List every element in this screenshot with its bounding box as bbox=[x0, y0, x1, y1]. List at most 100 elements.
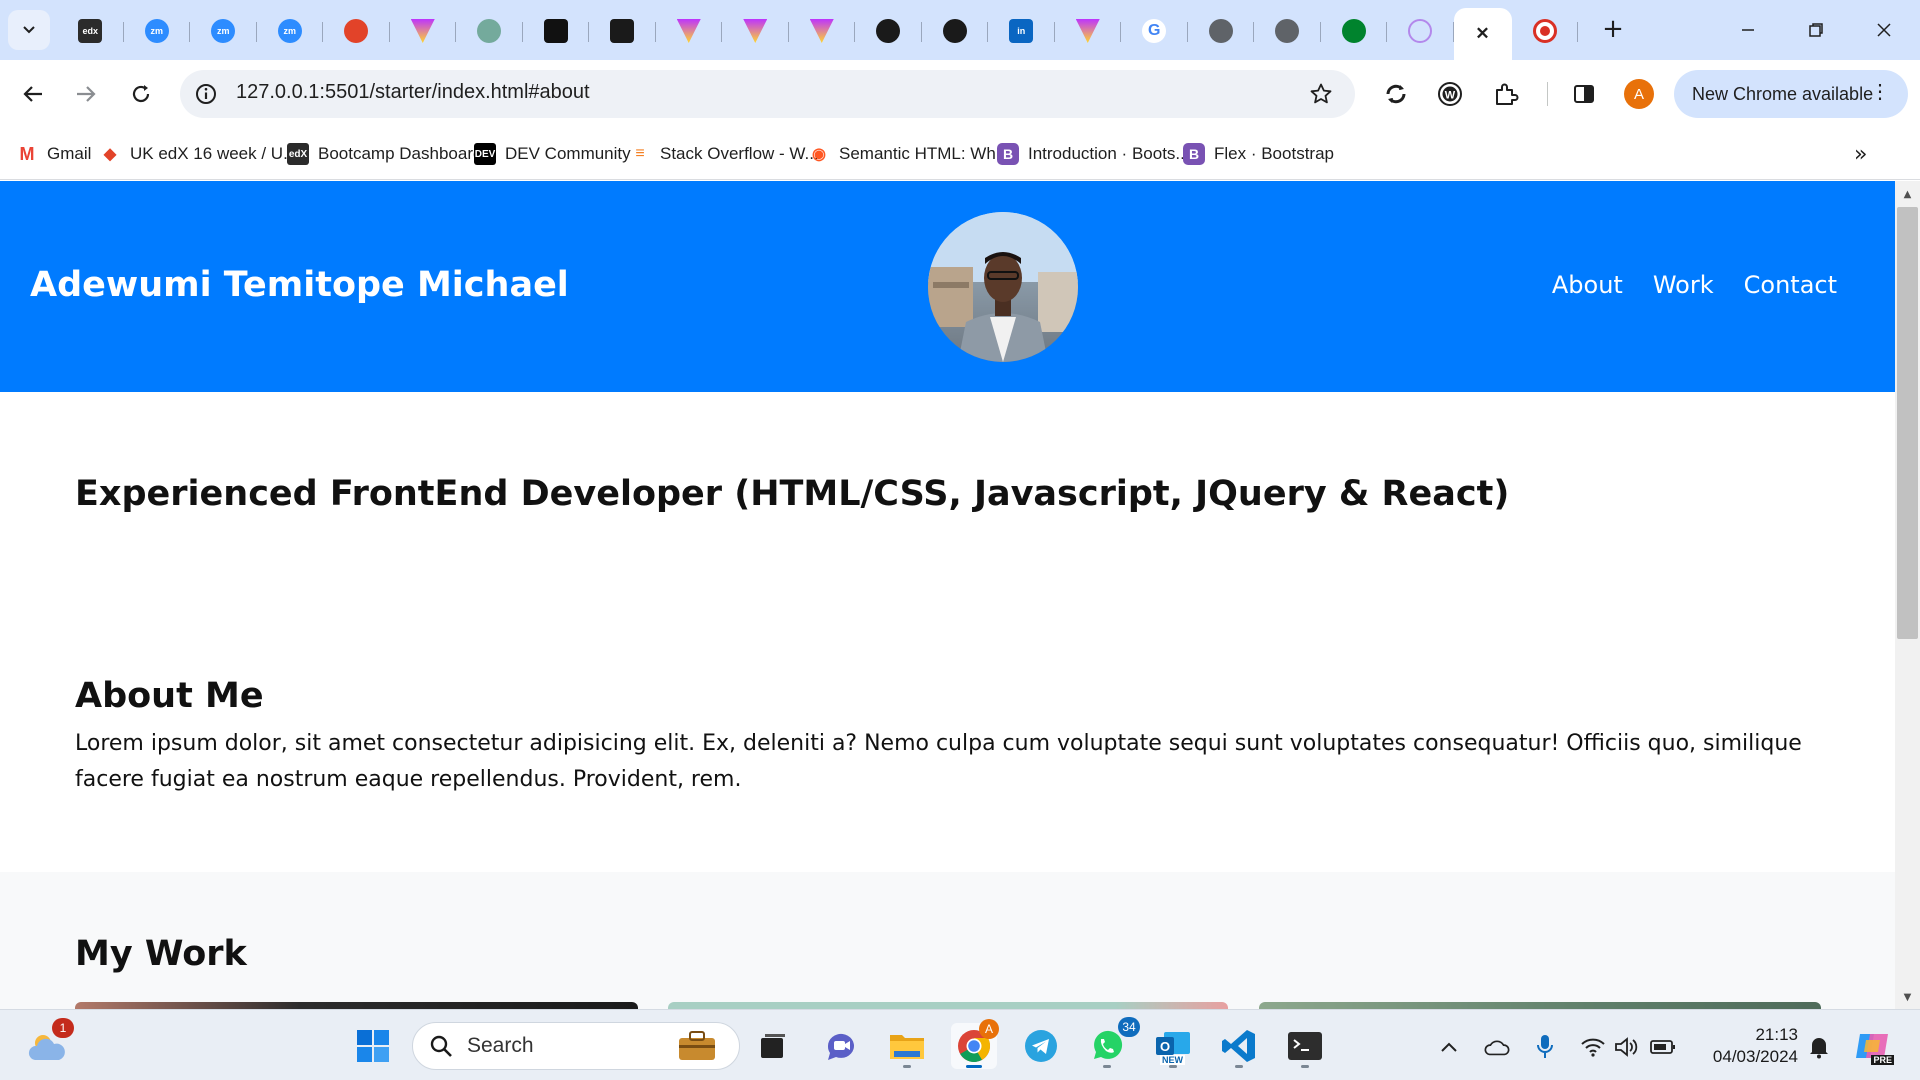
search-icon bbox=[430, 1035, 452, 1057]
arrow-left-icon bbox=[23, 86, 42, 102]
chrome-profile-badge: A bbox=[979, 1019, 999, 1039]
browser-tab[interactable] bbox=[855, 8, 922, 54]
file-explorer-button[interactable] bbox=[884, 1023, 930, 1069]
bookmark-label: Bootcamp Dashboard bbox=[318, 144, 483, 163]
browser-tab[interactable] bbox=[390, 8, 457, 54]
address-url[interactable]: 127.0.0.1:5501/starter/index.html#about bbox=[236, 81, 590, 104]
browser-tab[interactable]: zm bbox=[124, 8, 191, 54]
new-tab-button[interactable]: + bbox=[1598, 14, 1628, 44]
browser-tab[interactable]: G bbox=[1121, 8, 1188, 54]
gitlab-icon: ◆ bbox=[103, 146, 117, 163]
onedrive-cloud-icon[interactable] bbox=[1484, 1034, 1510, 1060]
work-card-3[interactable] bbox=[1259, 1002, 1821, 1009]
bookmark-item[interactable]: B Flex · Bootstrap bbox=[1183, 140, 1334, 168]
nav-link-about[interactable]: About bbox=[1552, 271, 1623, 299]
browser-tab[interactable] bbox=[1188, 8, 1255, 54]
close-window-button[interactable] bbox=[1854, 10, 1914, 50]
bookmark-item[interactable]: DEV DEV Community bbox=[474, 140, 631, 168]
dev-icon: DEV bbox=[474, 143, 496, 165]
bookmark-label: UK edX 16 week / U... bbox=[130, 144, 298, 163]
chrome-taskbar-button[interactable]: A bbox=[951, 1019, 999, 1069]
nav-link-contact[interactable]: Contact bbox=[1744, 271, 1837, 299]
browser-tab[interactable] bbox=[523, 8, 590, 54]
bootstrap-icon: B bbox=[997, 143, 1019, 165]
cloud-icon bbox=[1408, 19, 1433, 43]
browser-tab[interactable] bbox=[323, 8, 390, 54]
sync-extension-icon[interactable] bbox=[1378, 76, 1414, 112]
browser-tab[interactable] bbox=[1055, 8, 1122, 54]
browser-tab[interactable] bbox=[1387, 8, 1454, 54]
browser-tab[interactable] bbox=[1254, 8, 1321, 54]
browser-tab[interactable] bbox=[722, 8, 789, 54]
restore-button[interactable] bbox=[1786, 10, 1846, 50]
browser-tab[interactable] bbox=[922, 8, 989, 54]
copilot-preview-label: PRE bbox=[1871, 1055, 1894, 1065]
github-icon bbox=[876, 19, 901, 43]
page-viewport: Adewumi Temitope Michael About Work Cont… bbox=[0, 181, 1895, 1009]
minimize-icon bbox=[1742, 29, 1754, 31]
address-bar[interactable]: 127.0.0.1:5501/starter/index.html#about bbox=[180, 70, 1355, 118]
site-nav: About Work Contact bbox=[1552, 271, 1837, 299]
browser-tab[interactable] bbox=[589, 8, 656, 54]
bookmarks-overflow-icon[interactable]: » bbox=[1854, 142, 1867, 167]
telegram-button[interactable] bbox=[1018, 1023, 1064, 1069]
battery-icon[interactable] bbox=[1650, 1034, 1676, 1060]
vscode-button[interactable] bbox=[1216, 1023, 1262, 1069]
reload-button[interactable] bbox=[121, 74, 161, 114]
work-card-1[interactable] bbox=[75, 1002, 638, 1009]
bookmark-item[interactable]: M Gmail bbox=[16, 140, 92, 168]
bookmark-item[interactable]: ≡ Stack Overflow - W... bbox=[629, 140, 818, 168]
tab-active[interactable]: ✕ bbox=[1453, 8, 1512, 60]
volume-icon[interactable] bbox=[1614, 1034, 1640, 1060]
running-indicator bbox=[1235, 1065, 1243, 1068]
extensions-puzzle-icon[interactable] bbox=[1488, 76, 1524, 112]
close-icon[interactable]: ✕ bbox=[1470, 22, 1495, 46]
microphone-icon[interactable] bbox=[1532, 1034, 1558, 1060]
browser-tab[interactable]: edx bbox=[57, 8, 124, 54]
bookmark-item[interactable]: B Introduction · Boots... bbox=[997, 140, 1190, 168]
scroll-up-icon[interactable]: ▲ bbox=[1900, 187, 1915, 202]
profile-avatar[interactable]: A bbox=[1624, 79, 1654, 109]
browser-tab[interactable] bbox=[1512, 8, 1579, 54]
copilot-button[interactable]: PRE bbox=[1848, 1023, 1896, 1069]
outlook-new-button[interactable]: O NEW bbox=[1150, 1023, 1196, 1069]
bookmark-item[interactable]: ◆ UK edX 16 week / U... bbox=[99, 140, 297, 168]
site-info-icon[interactable] bbox=[194, 82, 218, 106]
teams-chat-button[interactable] bbox=[818, 1023, 864, 1069]
whatsapp-button[interactable]: 34 bbox=[1084, 1017, 1140, 1069]
browser-tab[interactable] bbox=[456, 8, 523, 54]
taskbar-search[interactable]: Search bbox=[412, 1022, 740, 1070]
browser-tab[interactable] bbox=[1321, 8, 1388, 54]
notification-bell-icon[interactable] bbox=[1806, 1034, 1832, 1060]
forward-button[interactable] bbox=[66, 74, 106, 114]
site-header: Adewumi Temitope Michael About Work Cont… bbox=[0, 181, 1895, 392]
terminal-button[interactable] bbox=[1282, 1023, 1328, 1069]
nav-link-work[interactable]: Work bbox=[1653, 271, 1714, 299]
more-menu-icon[interactable]: ⋮ bbox=[1870, 80, 1890, 104]
minimize-button[interactable] bbox=[1718, 10, 1778, 50]
browser-tab[interactable] bbox=[789, 8, 856, 54]
bookmark-item[interactable]: edX Bootcamp Dashboard bbox=[287, 140, 482, 168]
side-panel-icon[interactable] bbox=[1566, 76, 1602, 112]
tab-search-button[interactable] bbox=[8, 10, 50, 50]
work-card-2[interactable] bbox=[668, 1002, 1228, 1009]
weather-widget[interactable]: 1 bbox=[24, 1018, 74, 1070]
browser-tab[interactable] bbox=[656, 8, 723, 54]
tray-overflow-chevron-icon[interactable] bbox=[1436, 1034, 1462, 1060]
scrollbar-thumb[interactable] bbox=[1897, 207, 1918, 639]
browser-tab[interactable]: in bbox=[988, 8, 1055, 54]
new-chrome-available-button[interactable]: New Chrome available ⋮ bbox=[1674, 70, 1908, 118]
zoom-icon: zm bbox=[144, 19, 169, 43]
browser-tab[interactable]: zm bbox=[257, 8, 324, 54]
browser-tab[interactable]: zm bbox=[190, 8, 257, 54]
wifi-icon[interactable] bbox=[1580, 1034, 1606, 1060]
bookmark-star-icon[interactable] bbox=[1309, 82, 1333, 106]
system-clock[interactable]: 21:13 04/03/2024 bbox=[1698, 1024, 1798, 1068]
wordpress-extension-icon[interactable]: W bbox=[1432, 76, 1468, 112]
bookmark-item[interactable]: ◉ Semantic HTML: Wh... bbox=[808, 140, 1010, 168]
task-view-button[interactable] bbox=[750, 1023, 796, 1069]
site-title: Adewumi Temitope Michael bbox=[30, 265, 569, 305]
start-button[interactable] bbox=[350, 1023, 396, 1069]
scroll-down-icon[interactable]: ▼ bbox=[1900, 990, 1915, 1005]
back-button[interactable] bbox=[13, 74, 53, 114]
